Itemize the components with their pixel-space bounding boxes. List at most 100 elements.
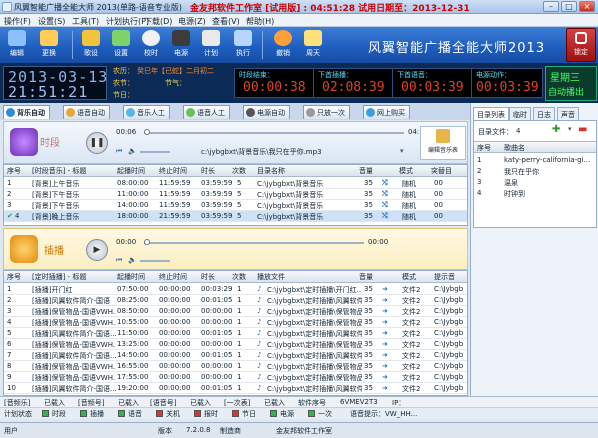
menu-plan[interactable]: 计划执行(P) (106, 16, 149, 27)
shuffle-icon: ⤭ (382, 212, 388, 220)
cell: 00 (434, 201, 443, 209)
progress-knob[interactable] (144, 129, 150, 135)
list-item[interactable]: 3 温泉 (474, 177, 596, 188)
cell: 00:00:00 (159, 318, 191, 326)
table-row[interactable]: ♪ ➜ 6 [插播]保管物品-国语VWH... 13:25:00 00:00:00 00:0… (4, 339, 467, 350)
music-file-icon: ♪ (257, 362, 262, 370)
menu-tools[interactable]: 工具(T) (72, 16, 99, 27)
maximize-button[interactable]: □ (561, 1, 577, 12)
dropdown-icon[interactable]: ▾ (400, 147, 404, 155)
play-button[interactable]: ▶ (86, 239, 108, 261)
execute-button[interactable]: 执行 (230, 29, 256, 61)
tab-buy-online[interactable]: 网上购买 (363, 105, 410, 119)
add-icon[interactable]: ✚ (552, 124, 560, 135)
tab-dir-list[interactable]: 目录列表 (473, 107, 509, 120)
music-file-icon: ♪ (257, 351, 262, 359)
cell: C:\Jybgb (434, 318, 464, 326)
song-settings-button[interactable]: 歌设 (78, 29, 104, 61)
voice-icon (66, 108, 75, 117)
tab-music-manual[interactable]: 音乐人工 (123, 105, 170, 119)
cell: katy-perry-california-gi... (504, 156, 591, 164)
col-end: 终止时间 (159, 273, 187, 281)
cell: C:\jybgbxt\定时插播\保管物品... (267, 308, 362, 316)
speaker-icon[interactable]: 🔈 (128, 147, 137, 155)
col-end: 终止时间 (159, 167, 187, 175)
table-row[interactable]: ♪ ➜ 4 [插播]保管物品-国语VWH... 10:55:00 00:00:00 00:0… (4, 317, 467, 328)
song-list-header: 序号 歌曲名 (474, 141, 596, 153)
remove-icon[interactable]: ▬ (578, 124, 587, 135)
voice-icon (186, 108, 195, 117)
tab-play-once[interactable]: 只放一次 (303, 105, 350, 119)
countdown-value: 00:03:39 (476, 80, 539, 95)
table-row[interactable]: ♪ ➜ 1 [插播]开门红 07:50:00 00:00:00 00:03:29 1 C:\jy… (4, 284, 467, 295)
tab-bg-auto[interactable]: 背乐自动 (3, 105, 50, 119)
menu-operation[interactable]: 操作(F) (4, 16, 31, 27)
undo-button[interactable]: 撤销 (270, 29, 296, 61)
table-row[interactable]: ♪ ➜ 7 [插播]风翼软件简介-国语... 14:50:00 00:00:00 00:01… (4, 350, 467, 361)
cell: C:\Jybgb (434, 351, 464, 359)
table-row[interactable]: ♪ ➜ 10 [插播]风翼软件简介-国语... 19:20:00 00:00:00 00:0… (4, 383, 467, 394)
menu-view[interactable]: 查看(V) (212, 16, 240, 27)
lock-button[interactable]: 锁定 (566, 28, 596, 62)
insert-progress-track[interactable] (144, 242, 364, 244)
tab-voice-auto[interactable]: 语音自动 (63, 105, 110, 119)
menu-power[interactable]: 电源(Z) (178, 16, 206, 27)
weekday-label: 星期三 (550, 73, 580, 84)
col-title: [时段音乐] - 标题 (32, 167, 87, 175)
version-label: 版本 (158, 427, 172, 435)
plan-button[interactable]: 计划 (198, 29, 224, 61)
cell: C:\jybgbxt\背景音乐 (257, 202, 324, 210)
prev-icon[interactable]: ⏮ (116, 147, 122, 156)
edit-music-table-button[interactable]: 编辑音乐表 (420, 126, 466, 160)
undo-icon (274, 30, 292, 46)
cell: 07:50:00 (117, 285, 149, 293)
col-mode: 模式 (399, 167, 413, 175)
tab-power-auto[interactable]: 电源自动 (243, 105, 290, 119)
list-item[interactable]: 4 时钟到 (474, 188, 596, 199)
close-button[interactable]: × (579, 1, 595, 12)
pause-button[interactable]: ❚❚ (86, 132, 108, 154)
jieqi-label: 节气： (165, 79, 186, 87)
prev-icon[interactable]: ⏮ (116, 256, 122, 265)
tab-temp[interactable]: 临时 (509, 107, 531, 120)
menu-download[interactable]: 下载(D) (144, 16, 172, 27)
table-row[interactable]: 3 [背景]下午音乐 14:00:00 11:59:59 03:59:59 5 C:\jyb… (4, 200, 467, 211)
tab-log[interactable]: 日志 (533, 107, 555, 120)
table-row[interactable]: ♪ ➜ 8 [插播]保管物品-国语VWH... 16:55:00 00:00:00 00:0… (4, 361, 467, 372)
menu-help[interactable]: 帮助(H) (246, 16, 274, 27)
lock-label: 锁定 (574, 48, 588, 56)
table-row[interactable]: 1 [背景]上午音乐 08:00:00 11:59:59 03:59:59 5 C:\jyb… (4, 178, 467, 189)
table-row-selected[interactable]: ✔ 4 [背景]晚上音乐 18:00:00 21:59:59 03:59:59 5 C:\jy… (4, 211, 467, 222)
insert-volume-track[interactable] (140, 260, 170, 262)
table-row[interactable]: ♪ ➜ 9 [插播]保管物品-国语VWH... 17:55:00 00:00:00 00:0… (4, 372, 467, 383)
cell: 1 (237, 296, 242, 304)
power-button[interactable]: 电源 (168, 29, 194, 61)
insert-progress-knob[interactable] (144, 239, 150, 245)
table-row[interactable]: ♪ ➜ 3 [插播]保管物品-国语VWH... 08:50:00 00:00:00 00:0… (4, 306, 467, 317)
table-row[interactable]: ♪ ➜ 2 [插播]风翼软件简介-国语 08:25:00 00:00:00 00:01:05… (4, 295, 467, 306)
volume-track[interactable] (140, 151, 170, 153)
list-item[interactable]: 2 我只在乎你 (474, 166, 596, 177)
cell: 5 (237, 201, 242, 209)
speaker-icon[interactable]: 🔈 (128, 256, 137, 264)
status-text: 一次 (318, 410, 332, 418)
tab-voice-manual[interactable]: 语音人工 (183, 105, 230, 119)
menu-settings[interactable]: 设置(S) (38, 16, 65, 27)
edit-button[interactable]: 编辑 (4, 29, 30, 61)
minimize-button[interactable]: – (543, 1, 559, 12)
progress-track[interactable] (144, 132, 404, 134)
settings-button[interactable]: 设置 (108, 29, 134, 61)
status-led-icon (80, 410, 87, 417)
tab-sound[interactable]: 声音 (557, 107, 579, 120)
cell: [背景]晚上音乐 (32, 213, 80, 221)
list-item[interactable]: 1 katy-perry-california-gi... (474, 155, 596, 166)
cell: 35 (364, 340, 373, 348)
cell: 3 (477, 178, 482, 186)
time-sync-button[interactable]: 校时 (138, 29, 164, 61)
table-row[interactable]: 2 [背景]下午音乐 11:00:00 11:59:59 03:59:59 5 C:\jyb… (4, 189, 467, 200)
week-button[interactable]: 周天 (300, 29, 326, 61)
arrow-icon: ➜ (382, 296, 388, 304)
table-row[interactable]: ♪ ➜ 5 [插播]风翼软件简介-国语... 11:50:00 00:00:00 00:01… (4, 328, 467, 339)
dropdown-icon[interactable]: ▾ (568, 125, 572, 133)
replace-button[interactable]: 更换 (36, 29, 62, 61)
